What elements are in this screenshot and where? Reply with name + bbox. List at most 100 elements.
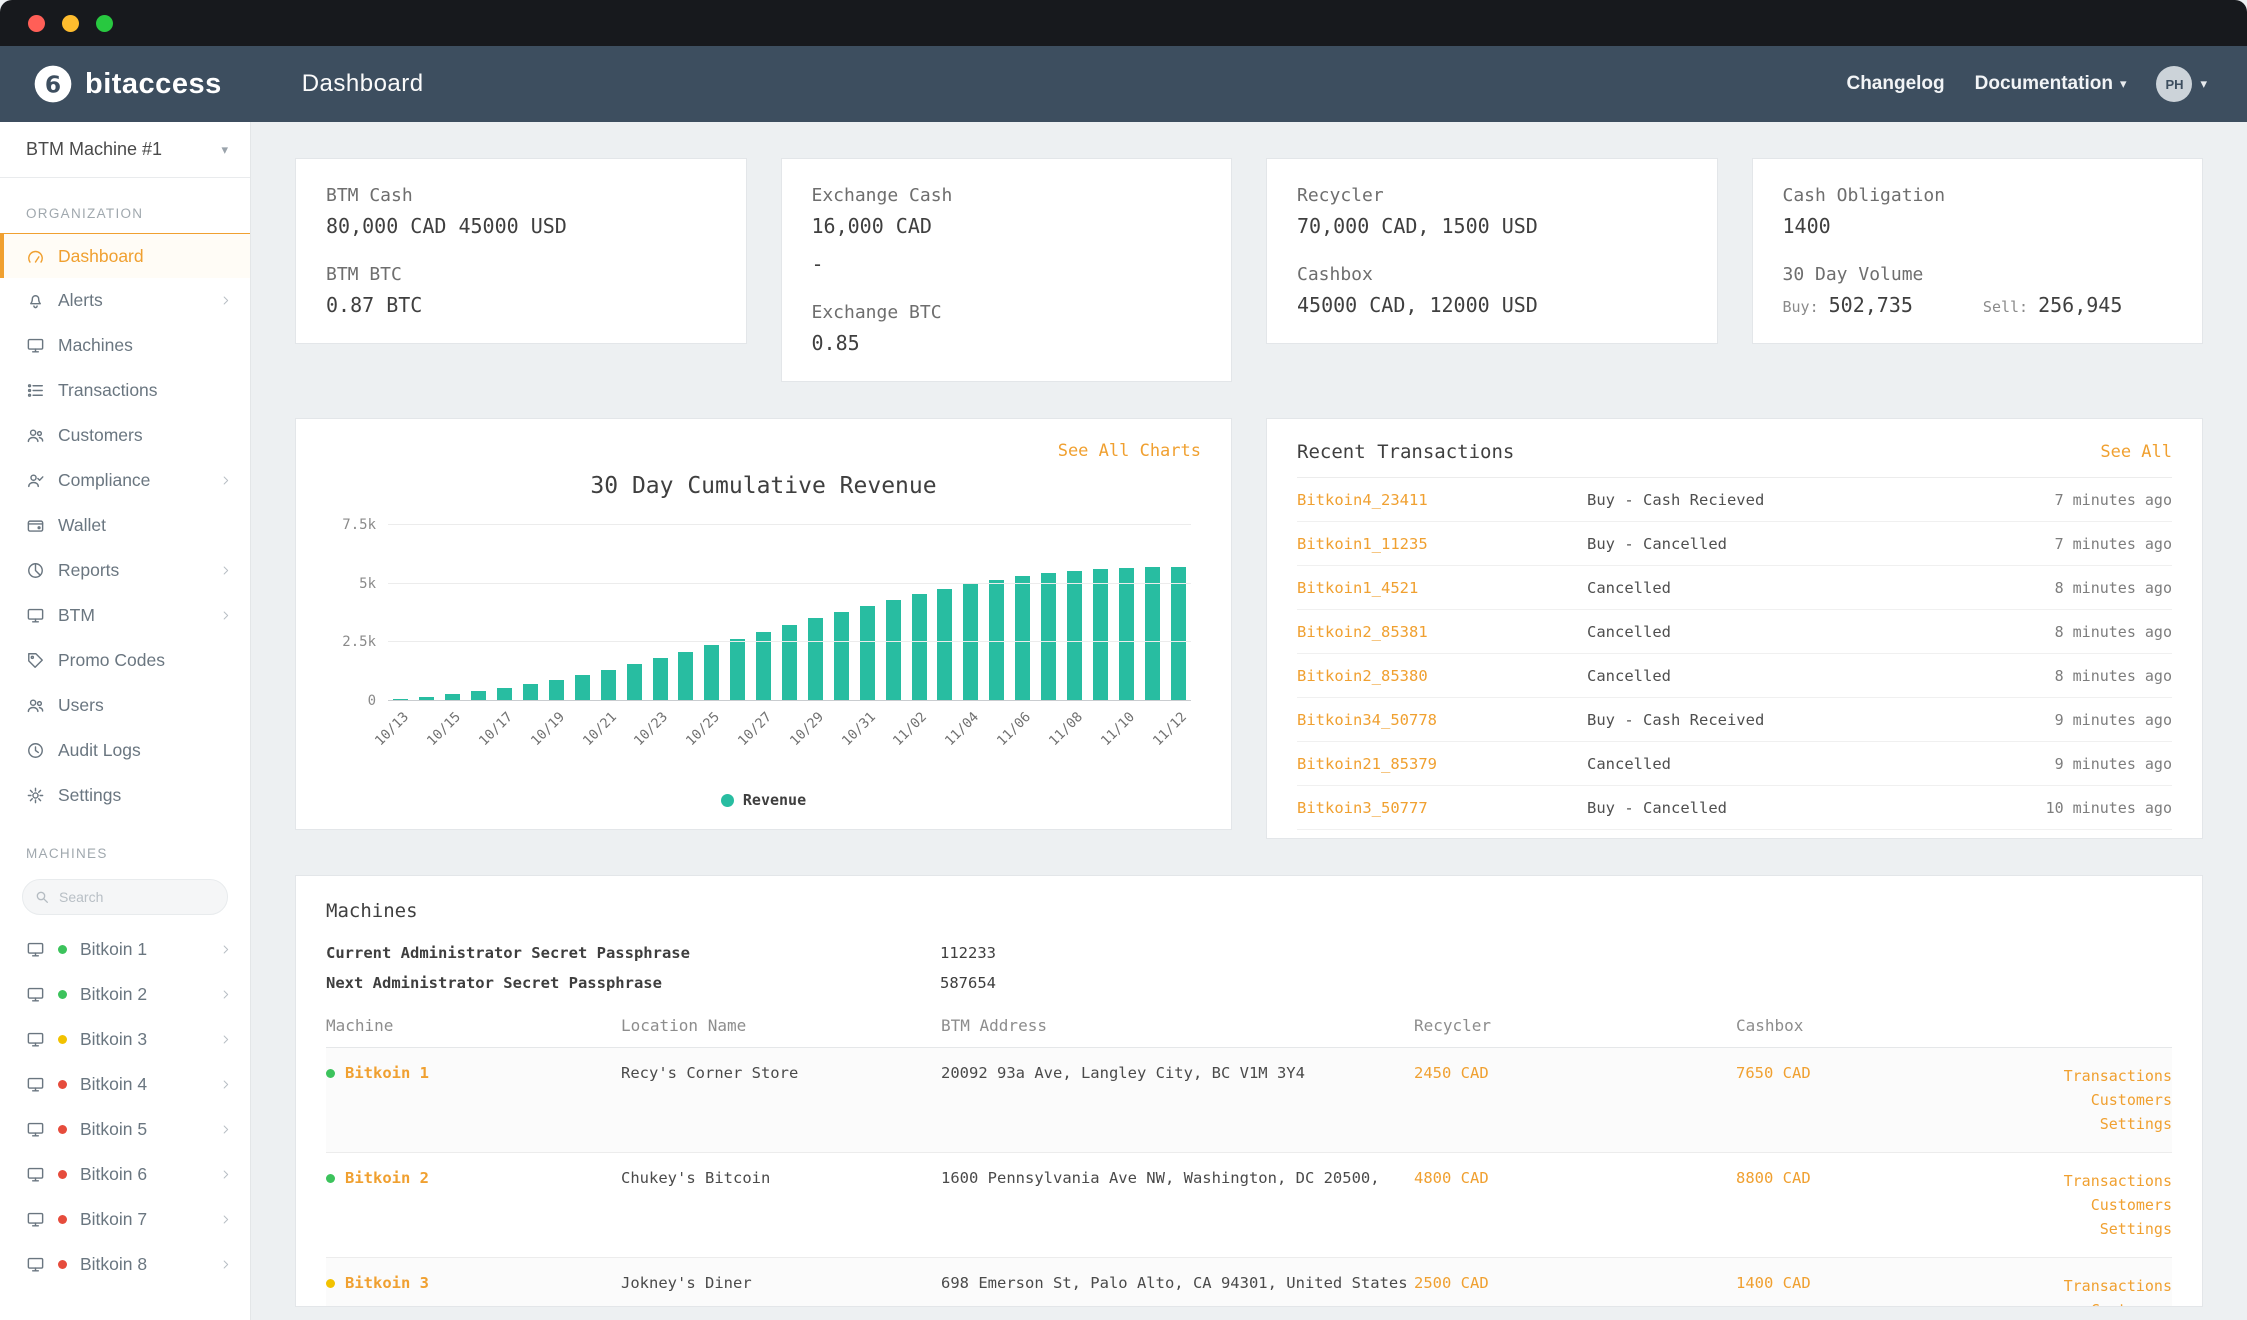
machine-name-link[interactable]: Bitkoin 1 bbox=[345, 1064, 429, 1082]
sidebar-machine-bitkoin-1[interactable]: Bitkoin 1 bbox=[0, 927, 250, 972]
sidebar-search bbox=[22, 879, 228, 915]
transaction-time: 7 minutes ago bbox=[2055, 535, 2172, 553]
transaction-id-link[interactable]: Bitkoin3_50777 bbox=[1297, 799, 1587, 817]
machine-selector-dropdown[interactable]: BTM Machine #1 ▾ bbox=[0, 122, 250, 178]
sidebar-machine-bitkoin-2[interactable]: Bitkoin 2 bbox=[0, 972, 250, 1017]
revenue-bar bbox=[886, 600, 901, 701]
transaction-time: 8 minutes ago bbox=[2055, 623, 2172, 641]
chart-x-axis: 10/1310/1510/1710/1910/2110/2310/2510/27… bbox=[388, 701, 1191, 787]
machine-name-link[interactable]: Bitkoin 2 bbox=[345, 1169, 429, 1187]
see-all-transactions-link[interactable]: See All bbox=[2100, 442, 2172, 462]
bar-slot bbox=[466, 525, 492, 701]
monitor-icon bbox=[26, 1075, 45, 1094]
documentation-label: Documentation bbox=[1975, 73, 2113, 95]
sidebar-item-reports[interactable]: Reports bbox=[0, 548, 250, 593]
machine-name-link[interactable]: Bitkoin 3 bbox=[345, 1274, 429, 1292]
revenue-bar bbox=[601, 670, 616, 701]
sidebar-machine-bitkoin-4[interactable]: Bitkoin 4 bbox=[0, 1062, 250, 1107]
bar-slot bbox=[1062, 525, 1088, 701]
sidebar-machine-label: Bitkoin 7 bbox=[80, 1209, 147, 1230]
search-input[interactable] bbox=[22, 879, 228, 915]
organization-section-label: ORGANIZATION bbox=[0, 178, 250, 233]
revenue-bar bbox=[808, 618, 823, 701]
sidebar-item-label: Customers bbox=[58, 425, 143, 446]
monitor-icon bbox=[26, 985, 45, 1004]
sidebar-item-promo-codes[interactable]: Promo Codes bbox=[0, 638, 250, 683]
top-navbar: 6 bitaccess Dashboard Changelog Document… bbox=[0, 46, 2247, 122]
x-tick: 11/06 bbox=[1010, 701, 1036, 787]
see-all-charts-link[interactable]: See All Charts bbox=[1058, 441, 1201, 461]
stat-value: 0.87 BTC bbox=[326, 293, 716, 317]
sell-label: Sell: bbox=[1983, 298, 2028, 316]
sidebar-item-label: BTM bbox=[58, 605, 95, 626]
documentation-menu[interactable]: Documentation ▾ bbox=[1975, 73, 2127, 95]
bar-slot bbox=[1139, 525, 1165, 701]
x-tick: 11/02 bbox=[906, 701, 932, 787]
bar-slot bbox=[569, 525, 595, 701]
window-zoom-button[interactable] bbox=[96, 15, 113, 32]
caret-down-icon: ▾ bbox=[221, 142, 228, 158]
window-titlebar bbox=[0, 0, 2247, 46]
sidebar-item-btm[interactable]: BTM bbox=[0, 593, 250, 638]
machines-panel-title: Machines bbox=[326, 900, 2172, 922]
machine-transactions-link[interactable]: Transactions bbox=[2051, 1274, 2172, 1298]
bar-slot bbox=[828, 525, 854, 701]
stat-label: Exchange Cash bbox=[812, 185, 1202, 206]
machine-settings-link[interactable]: Settings bbox=[2051, 1112, 2172, 1136]
machine-customers-link[interactable]: Customers bbox=[2051, 1088, 2172, 1112]
transaction-id-link[interactable]: Bitkoin21_85379 bbox=[1297, 755, 1587, 773]
sidebar-item-alerts[interactable]: Alerts bbox=[0, 278, 250, 323]
transaction-id-link[interactable]: Bitkoin1_4521 bbox=[1297, 579, 1587, 597]
window-minimize-button[interactable] bbox=[62, 15, 79, 32]
sidebar-machine-bitkoin-7[interactable]: Bitkoin 7 bbox=[0, 1197, 250, 1242]
brand-name: bitaccess bbox=[85, 68, 222, 101]
transaction-id-link[interactable]: Bitkoin34_50778 bbox=[1297, 711, 1587, 729]
status-dot bbox=[326, 1069, 335, 1078]
bell-icon bbox=[26, 291, 45, 310]
machine-customers-link[interactable]: Customers bbox=[2051, 1193, 2172, 1217]
sidebar-item-compliance[interactable]: Compliance bbox=[0, 458, 250, 503]
machine-settings-link[interactable]: Settings bbox=[2051, 1217, 2172, 1241]
machine-transactions-link[interactable]: Transactions bbox=[2051, 1169, 2172, 1193]
sidebar-item-machines[interactable]: Machines bbox=[0, 323, 250, 368]
transaction-id-link[interactable]: Bitkoin4_23411 bbox=[1297, 491, 1587, 509]
sidebar-machine-bitkoin-6[interactable]: Bitkoin 6 bbox=[0, 1152, 250, 1197]
bar-slot bbox=[388, 525, 414, 701]
sidebar-item-users[interactable]: Users bbox=[0, 683, 250, 728]
status-dot bbox=[58, 1125, 67, 1134]
monitor-icon bbox=[26, 1120, 45, 1139]
y-tick-label: 2.5k bbox=[342, 634, 376, 650]
sidebar-machine-bitkoin-8[interactable]: Bitkoin 8 bbox=[0, 1242, 250, 1287]
brand[interactable]: 6 bitaccess bbox=[33, 64, 222, 104]
passphrase-row: Next Administrator Secret Passphrase 587… bbox=[326, 968, 2172, 998]
sidebar-item-settings[interactable]: Settings bbox=[0, 773, 250, 818]
sidebar-machine-bitkoin-3[interactable]: Bitkoin 3 bbox=[0, 1017, 250, 1062]
machines-table-head: MachineLocation NameBTM AddressRecyclerC… bbox=[326, 1016, 2172, 1048]
sidebar-item-transactions[interactable]: Transactions bbox=[0, 368, 250, 413]
sidebar-item-customers[interactable]: Customers bbox=[0, 413, 250, 458]
stat-value: 0.85 bbox=[812, 331, 1202, 355]
sidebar-item-dashboard[interactable]: Dashboard bbox=[0, 233, 250, 278]
transaction-id-link[interactable]: Bitkoin2_85381 bbox=[1297, 623, 1587, 641]
bar-slot bbox=[777, 525, 803, 701]
machine-customers-link[interactable]: Customers bbox=[2051, 1298, 2172, 1307]
window-close-button[interactable] bbox=[28, 15, 45, 32]
chevron-right-icon bbox=[219, 1168, 232, 1181]
transaction-id-link[interactable]: Bitkoin1_11235 bbox=[1297, 535, 1587, 553]
sidebar-item-wallet[interactable]: Wallet bbox=[0, 503, 250, 548]
machine-transactions-link[interactable]: Transactions bbox=[2051, 1064, 2172, 1088]
user-menu[interactable]: PH ▾ bbox=[2156, 66, 2207, 102]
revenue-bar bbox=[834, 612, 849, 701]
transaction-id-link[interactable]: Bitkoin2_85380 bbox=[1297, 667, 1587, 685]
stat-card-recycler-cashbox: Recycler 70,000 CAD, 1500 USD Cashbox 45… bbox=[1266, 158, 1718, 344]
sidebar-item-label: Promo Codes bbox=[58, 650, 165, 671]
chevron-right-icon bbox=[219, 564, 232, 577]
machines-table: MachineLocation NameBTM AddressRecyclerC… bbox=[326, 1016, 2172, 1307]
stat-value: 70,000 CAD, 1500 USD bbox=[1297, 214, 1687, 238]
sidebar-machine-bitkoin-5[interactable]: Bitkoin 5 bbox=[0, 1107, 250, 1152]
sidebar-machine-label: Bitkoin 2 bbox=[80, 984, 147, 1005]
sidebar-item-audit-logs[interactable]: Audit Logs bbox=[0, 728, 250, 773]
bar-slot bbox=[854, 525, 880, 701]
x-tick: 10/31 bbox=[854, 701, 880, 787]
changelog-link[interactable]: Changelog bbox=[1846, 73, 1944, 95]
